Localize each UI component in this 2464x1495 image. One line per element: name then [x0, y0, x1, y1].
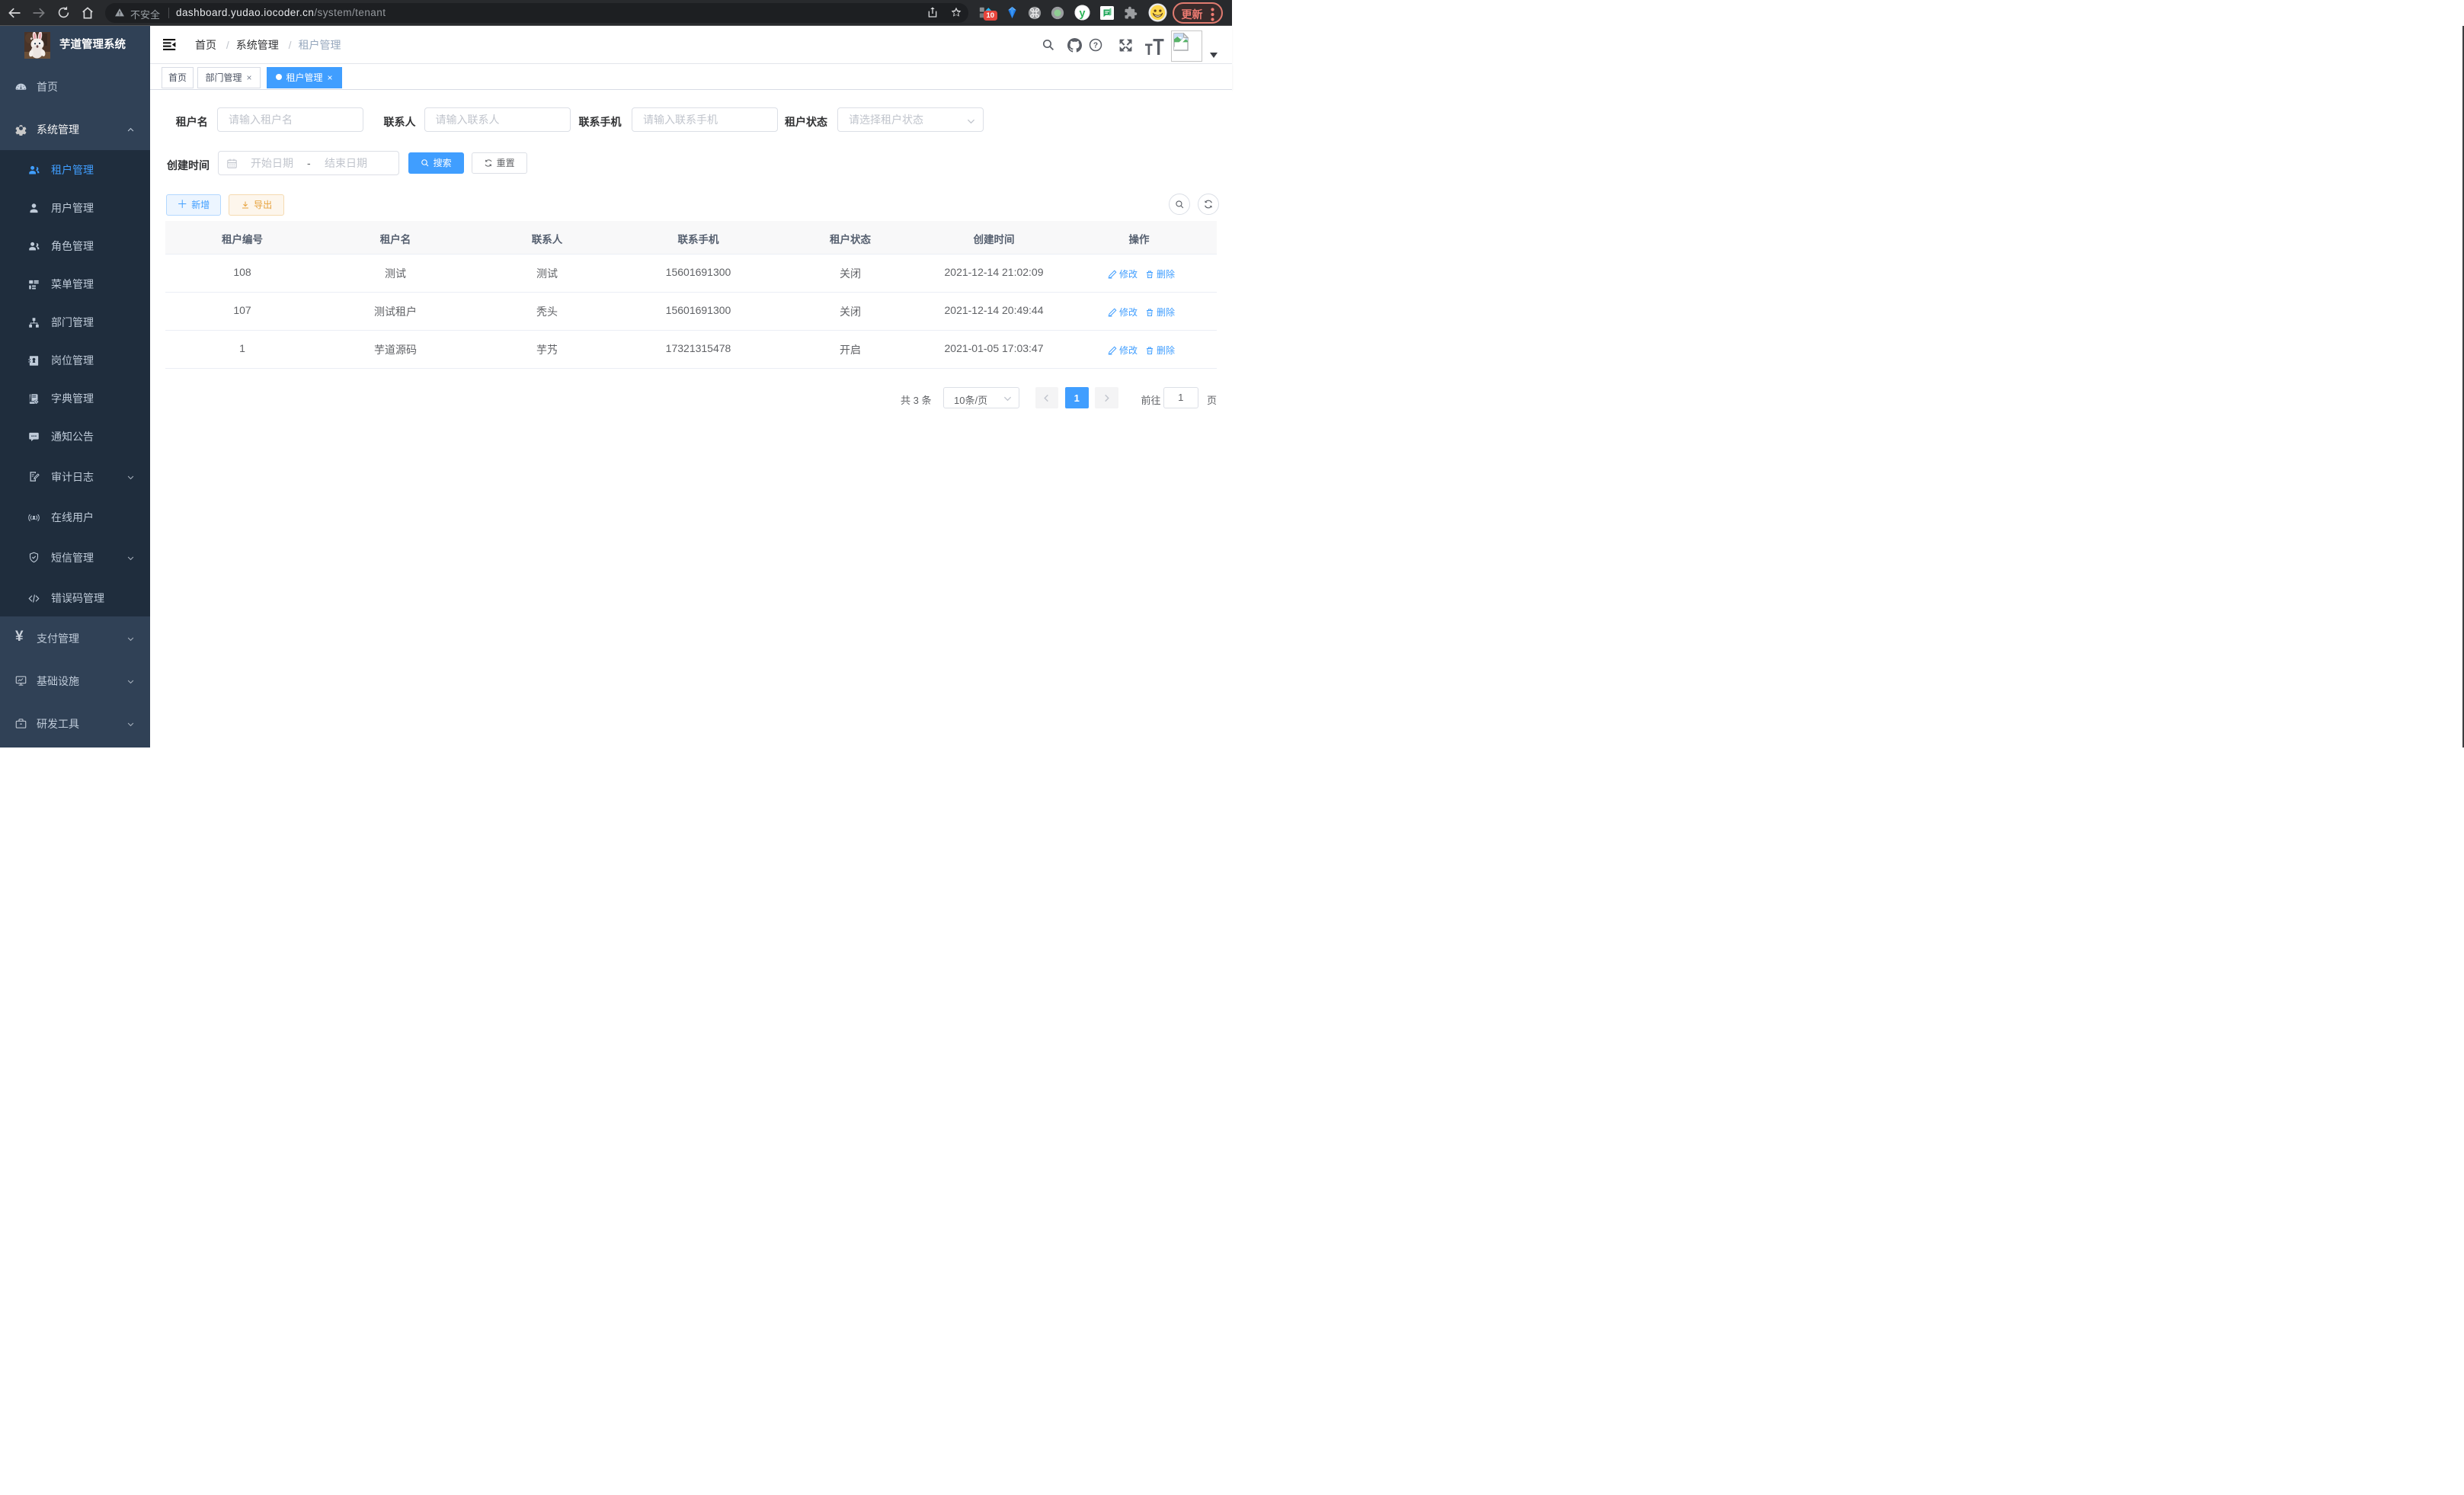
- svg-text:?: ?: [1093, 42, 1098, 50]
- svg-text:y: y: [1079, 8, 1085, 20]
